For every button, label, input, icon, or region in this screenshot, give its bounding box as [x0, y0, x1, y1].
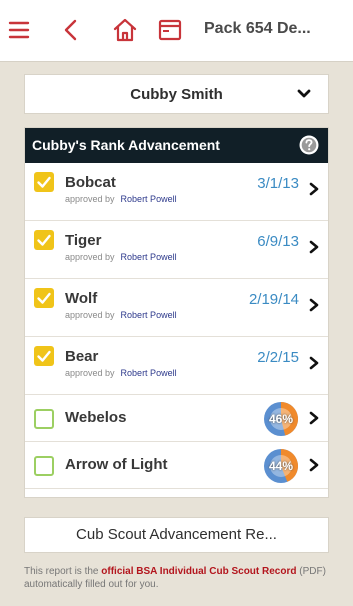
chevron-down-icon	[296, 86, 312, 102]
rank-name: Arrow of Light	[65, 456, 168, 473]
rank-row[interactable]: Wolf approved by Robert Powell 2/19/14	[25, 279, 328, 337]
rank-row[interactable]: Webelos 46%	[25, 395, 328, 442]
approved-by: approved by Robert Powell	[65, 252, 177, 262]
rank-date: 2/2/15	[257, 349, 299, 366]
rank-date: 2/19/14	[248, 291, 299, 308]
rank-row[interactable]: Arrow of Light 44%	[25, 442, 328, 489]
report-note-prefix: This report is the	[24, 566, 102, 577]
rank-name: Bobcat	[65, 174, 116, 191]
menu-icon[interactable]	[7, 17, 33, 43]
checkbox-checked-icon[interactable]	[34, 230, 54, 250]
approver-name: Robert Powell	[120, 194, 177, 204]
rank-name: Tiger	[65, 232, 102, 249]
progress-label: 44%	[268, 459, 294, 473]
rank-advancement-card: Cubby's Rank Advancement Bobcat approved …	[24, 127, 329, 498]
rank-name: Webelos	[65, 409, 127, 426]
approved-by-label: approved by	[65, 252, 115, 262]
approver-name: Robert Powell	[120, 252, 177, 262]
progress-circle: 44%	[263, 448, 299, 484]
window-icon[interactable]	[157, 17, 183, 43]
progress-label: 46%	[268, 412, 294, 426]
advancement-report-button[interactable]: Cub Scout Advancement Re...	[24, 517, 329, 553]
report-note-link: official BSA Individual Cub Scout Record	[101, 566, 297, 577]
rank-date: 6/9/13	[257, 233, 299, 250]
rank-row[interactable]: Bobcat approved by Robert Powell 3/1/13	[25, 163, 328, 221]
checkbox-checked-icon[interactable]	[34, 346, 54, 366]
approved-by-label: approved by	[65, 310, 115, 320]
chevron-right-icon	[308, 458, 320, 472]
progress-circle: 46%	[263, 401, 299, 437]
approved-by-label: approved by	[65, 194, 115, 204]
back-icon[interactable]	[58, 17, 84, 43]
help-icon[interactable]	[298, 134, 320, 156]
approver-name: Robert Powell	[120, 368, 177, 378]
approved-by: approved by Robert Powell	[65, 310, 177, 320]
checkbox-unchecked-icon[interactable]	[34, 456, 54, 476]
rank-date: 3/1/13	[257, 175, 299, 192]
checkbox-checked-icon[interactable]	[34, 172, 54, 192]
chevron-right-icon	[308, 240, 320, 254]
chevron-right-icon	[308, 411, 320, 425]
rank-row[interactable]: Bear approved by Robert Powell 2/2/15	[25, 337, 328, 395]
rank-name: Wolf	[65, 290, 98, 307]
chevron-right-icon	[308, 182, 320, 196]
scout-selector[interactable]: Cubby Smith	[24, 74, 329, 114]
rank-advancement-header: Cubby's Rank Advancement	[25, 128, 328, 163]
chevron-right-icon	[308, 356, 320, 370]
rank-advancement-title: Cubby's Rank Advancement	[32, 137, 220, 153]
report-note: This report is the official BSA Individu…	[24, 565, 334, 591]
chevron-right-icon	[308, 298, 320, 312]
scout-name: Cubby Smith	[130, 86, 223, 103]
rank-name: Bear	[65, 348, 99, 365]
page-title: Pack 654 De...	[204, 20, 311, 37]
approved-by: approved by Robert Powell	[65, 194, 177, 204]
approved-by: approved by Robert Powell	[65, 368, 177, 378]
top-bar: Pack 654 De...	[0, 0, 353, 62]
approved-by-label: approved by	[65, 368, 115, 378]
rank-row[interactable]: Tiger approved by Robert Powell 6/9/13	[25, 221, 328, 279]
checkbox-checked-icon[interactable]	[34, 288, 54, 308]
approver-name: Robert Powell	[120, 310, 177, 320]
home-icon[interactable]	[112, 17, 138, 43]
checkbox-unchecked-icon[interactable]	[34, 409, 54, 429]
